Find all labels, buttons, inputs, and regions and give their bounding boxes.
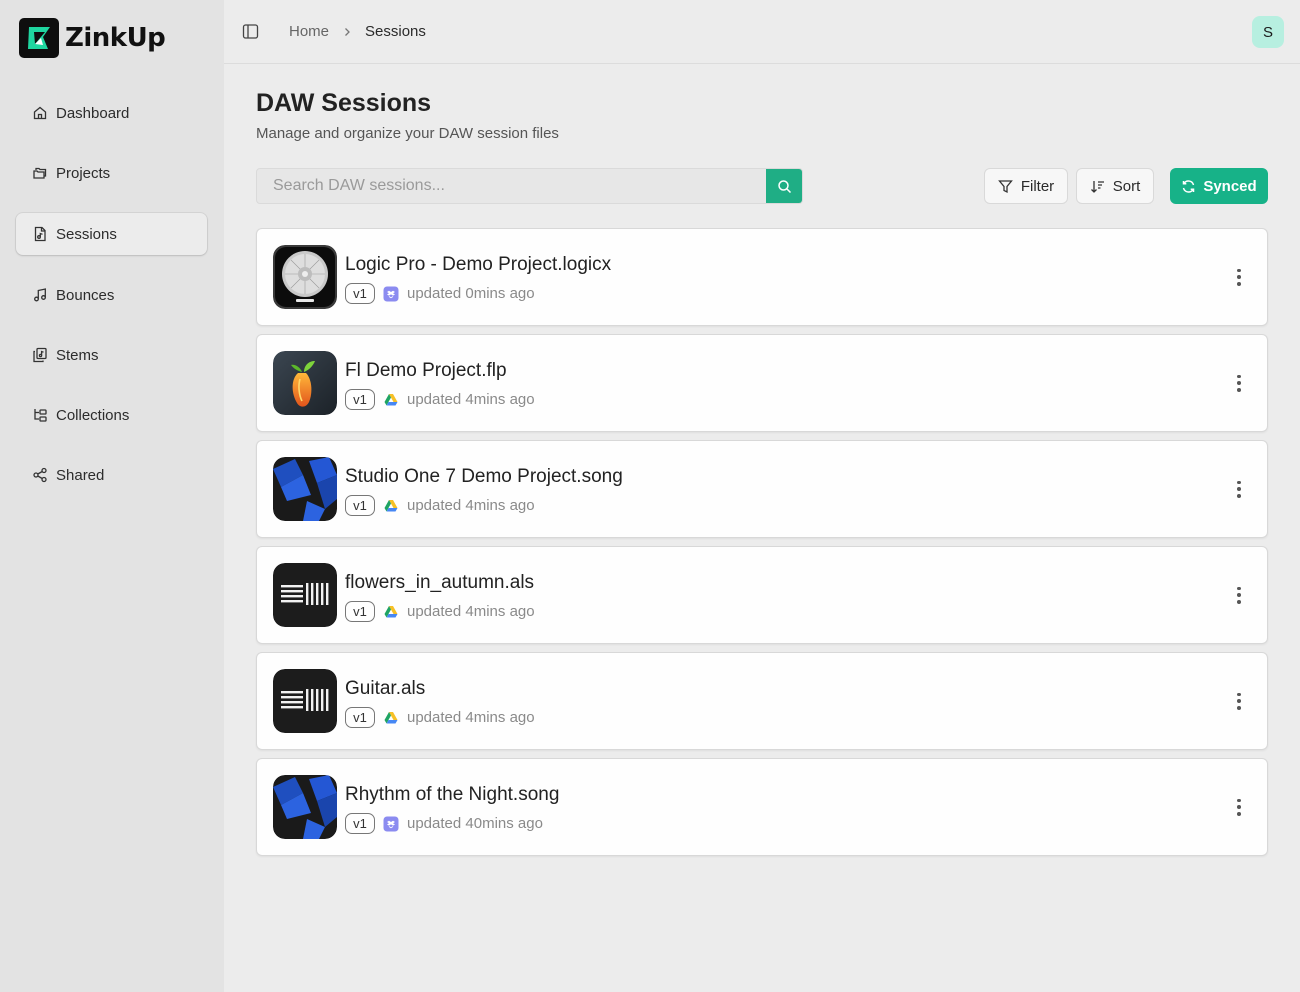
share-icon — [32, 467, 48, 483]
updated-time: updated 40mins ago — [407, 815, 543, 832]
dropbox-icon — [383, 816, 399, 832]
folder-tree-icon — [32, 407, 48, 423]
google-drive-icon — [383, 498, 399, 514]
sidebar-item-label: Dashboard — [56, 104, 130, 122]
more-options-icon[interactable] — [1229, 691, 1249, 711]
copy-music-icon — [32, 347, 48, 363]
version-badge: v1 — [345, 389, 375, 410]
session-card[interactable]: Guitar.als v1 updated 4mins ago — [256, 652, 1268, 750]
session-list: Logic Pro - Demo Project.logicx v1 updat… — [256, 228, 1268, 864]
sidebar-item-label: Sessions — [56, 225, 117, 243]
google-drive-icon — [383, 710, 399, 726]
session-card[interactable]: Fl Demo Project.flp v1 updated 4mins ago — [256, 334, 1268, 432]
music-note-icon — [32, 287, 48, 303]
more-options-icon[interactable] — [1229, 585, 1249, 605]
session-name[interactable]: Rhythm of the Night.song — [345, 784, 559, 806]
session-name[interactable]: Fl Demo Project.flp — [345, 360, 507, 382]
updated-time: updated 4mins ago — [407, 603, 535, 620]
version-badge: v1 — [345, 601, 375, 622]
zinkup-logo-icon — [19, 18, 59, 58]
sidebar-item-label: Bounces — [56, 286, 115, 304]
filter-icon — [997, 179, 1013, 193]
page-title: DAW Sessions — [256, 89, 432, 117]
sidebar-item-projects[interactable]: Projects — [16, 152, 207, 194]
session-meta: v1 updated 4mins ago — [345, 389, 535, 410]
google-drive-icon — [383, 604, 399, 620]
app-logo[interactable]: ZinkUp — [19, 18, 166, 58]
studio-one-icon — [273, 457, 337, 521]
sidebar-item-dashboard[interactable]: Dashboard — [16, 92, 207, 134]
sidebar-item-sessions[interactable]: Sessions — [16, 213, 207, 255]
filter-label: Filter — [1020, 177, 1055, 195]
updated-time: updated 4mins ago — [407, 709, 535, 726]
session-meta: v1 updated 4mins ago — [345, 495, 535, 516]
updated-time: updated 4mins ago — [407, 391, 535, 408]
session-card[interactable]: Logic Pro - Demo Project.logicx v1 updat… — [256, 228, 1268, 326]
search-box — [256, 168, 803, 204]
search-input[interactable] — [257, 169, 768, 203]
updated-time: updated 0mins ago — [407, 285, 535, 302]
version-badge: v1 — [345, 495, 375, 516]
google-drive-icon — [383, 392, 399, 408]
sidebar-item-stems[interactable]: Stems — [16, 334, 207, 376]
app-name: ZinkUp — [65, 23, 166, 53]
ableton-icon — [273, 669, 337, 733]
updated-time: updated 4mins ago — [407, 497, 535, 514]
sidebar-item-label: Stems — [56, 346, 99, 364]
breadcrumb: Home Sessions — [289, 23, 426, 40]
more-options-icon[interactable] — [1229, 267, 1249, 287]
more-options-icon[interactable] — [1229, 373, 1249, 393]
sort-label: Sort — [1112, 177, 1141, 195]
file-music-icon — [32, 226, 48, 242]
fl-studio-icon — [273, 351, 337, 415]
session-name[interactable]: Studio One 7 Demo Project.song — [345, 466, 623, 488]
session-card[interactable]: Studio One 7 Demo Project.song v1 update… — [256, 440, 1268, 538]
version-badge: v1 — [345, 707, 375, 728]
session-meta: v1 updated 4mins ago — [345, 707, 535, 728]
breadcrumb-current: Sessions — [365, 23, 426, 40]
filter-button[interactable]: Filter — [984, 168, 1068, 204]
more-options-icon[interactable] — [1229, 479, 1249, 499]
synced-label: Synced — [1203, 177, 1257, 195]
sidebar-item-shared[interactable]: Shared — [16, 454, 207, 496]
session-name[interactable]: flowers_in_autumn.als — [345, 572, 534, 594]
session-card[interactable]: flowers_in_autumn.als v1 updated 4mins a… — [256, 546, 1268, 644]
session-name[interactable]: Guitar.als — [345, 678, 425, 700]
page-subtitle: Manage and organize your DAW session fil… — [256, 125, 559, 142]
synced-button[interactable]: Synced — [1170, 168, 1268, 204]
ableton-icon — [273, 563, 337, 627]
home-icon — [32, 105, 48, 121]
search-icon — [777, 179, 791, 193]
session-meta: v1 updated 40mins ago — [345, 813, 543, 834]
sidebar-item-bounces[interactable]: Bounces — [16, 274, 207, 316]
sidebar-item-label: Projects — [56, 164, 111, 182]
session-meta: v1 updated 0mins ago — [345, 283, 535, 304]
session-meta: v1 updated 4mins ago — [345, 601, 535, 622]
logic-pro-icon — [273, 245, 337, 309]
avatar[interactable]: S — [1252, 16, 1284, 48]
sidebar: ZinkUp Dashboard Projects Sessions Bounc… — [0, 0, 224, 992]
dropbox-icon — [383, 286, 399, 302]
search-button[interactable] — [766, 169, 802, 203]
session-card[interactable]: Rhythm of the Night.song v1 updated 40mi… — [256, 758, 1268, 856]
sidebar-item-label: Collections — [56, 406, 130, 424]
more-options-icon[interactable] — [1229, 797, 1249, 817]
version-badge: v1 — [345, 813, 375, 834]
top-bar: Home Sessions S — [224, 0, 1300, 64]
studio-one-icon — [273, 775, 337, 839]
sort-icon — [1090, 180, 1104, 193]
sort-button[interactable]: Sort — [1076, 168, 1154, 204]
sidebar-item-label: Shared — [56, 466, 105, 484]
session-name[interactable]: Logic Pro - Demo Project.logicx — [345, 254, 611, 276]
version-badge: v1 — [345, 283, 375, 304]
sidebar-item-collections[interactable]: Collections — [16, 394, 207, 436]
folders-icon — [32, 165, 48, 181]
chevron-right-icon — [342, 27, 352, 37]
sidebar-toggle-icon[interactable] — [242, 23, 259, 40]
refresh-icon — [1183, 179, 1195, 193]
breadcrumb-home-link[interactable]: Home — [289, 23, 329, 40]
